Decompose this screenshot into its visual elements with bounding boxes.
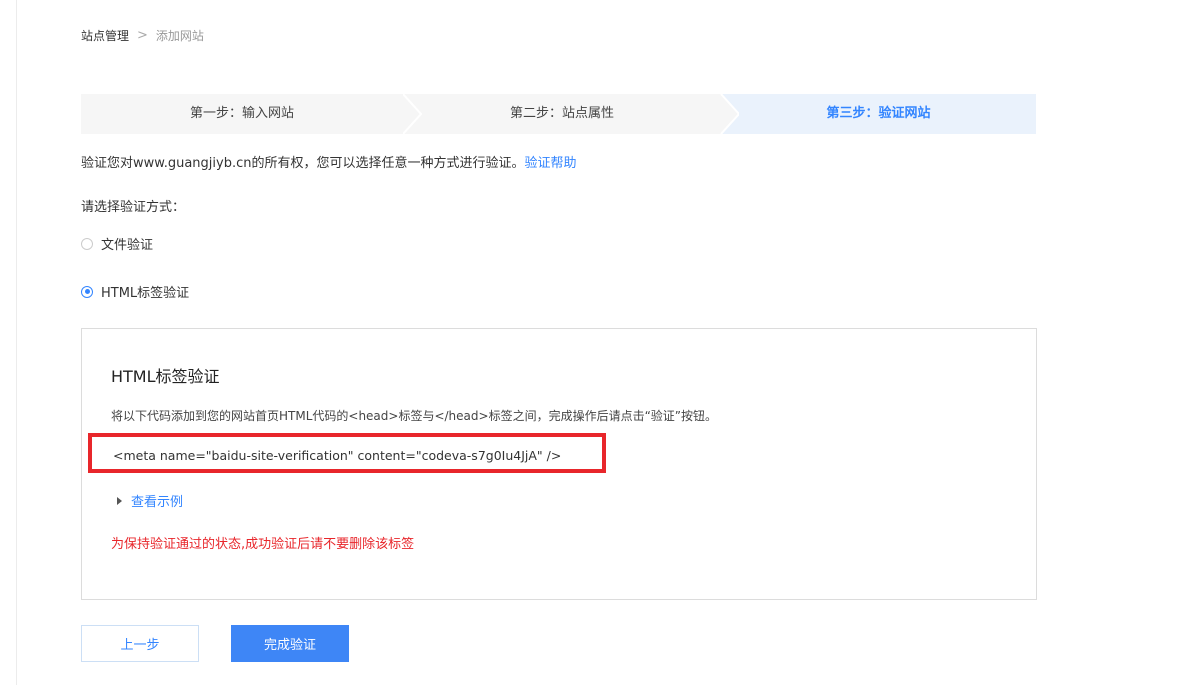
- view-example-link[interactable]: 查看示例: [131, 491, 183, 510]
- step-2: 第二步：站点属性: [509, 106, 614, 121]
- radio-html-verification[interactable]: HTML标签验证: [81, 282, 189, 301]
- step-progress-bar: 第一步：输入网站 第二步：站点属性 第三步：验证网站: [81, 94, 1036, 134]
- warning-text: 为保持验证通过的状态,成功验证后请不要删除该标签: [111, 537, 415, 552]
- step-divider-icon: [719, 94, 739, 134]
- panel-title: HTML标签验证: [111, 367, 220, 386]
- radio-label: 文件验证: [101, 238, 154, 253]
- caret-right-icon: [117, 496, 122, 505]
- radio-checked-icon[interactable]: [81, 285, 93, 298]
- breadcrumb: 站点管理 > 添加网站: [81, 27, 204, 44]
- step-3: 第三步：验证网站: [721, 94, 1036, 134]
- left-divider: [16, 0, 17, 685]
- radio-circle-icon[interactable]: [81, 237, 93, 250]
- help-link[interactable]: 验证帮助: [524, 156, 576, 171]
- panel-description: 将以下代码添加到您的网站首页HTML代码的<head>标签与</head>标签之…: [111, 409, 718, 423]
- previous-step-button[interactable]: 上一步: [81, 625, 199, 662]
- radio-file-verification[interactable]: 文件验证: [81, 234, 153, 253]
- description-text: 验证您对www.guangjiyb.cn的所有权，您可以选择任意一种方式进行验证…: [81, 156, 525, 171]
- chevron-right-icon: >: [137, 28, 148, 43]
- html-verification-panel: HTML标签验证 将以下代码添加到您的网站首页HTML代码的<head>标签与<…: [81, 328, 1037, 600]
- breadcrumb-root[interactable]: 站点管理: [81, 27, 129, 44]
- breadcrumb-current: 添加网站: [155, 29, 204, 43]
- verification-code[interactable]: <meta name="baidu-site-verification" con…: [113, 448, 561, 463]
- method-label: 请选择验证方式：: [81, 200, 186, 215]
- verification-description: 验证您对www.guangjiyb.cn的所有权，您可以选择任意一种方式进行验证…: [81, 152, 577, 171]
- radio-label: HTML标签验证: [101, 286, 190, 301]
- complete-verification-button[interactable]: 完成验证: [231, 625, 349, 662]
- view-example-toggle[interactable]: 查看示例: [117, 491, 183, 510]
- step-1: 第一步：输入网站: [189, 106, 294, 121]
- step-divider-icon: [403, 94, 423, 134]
